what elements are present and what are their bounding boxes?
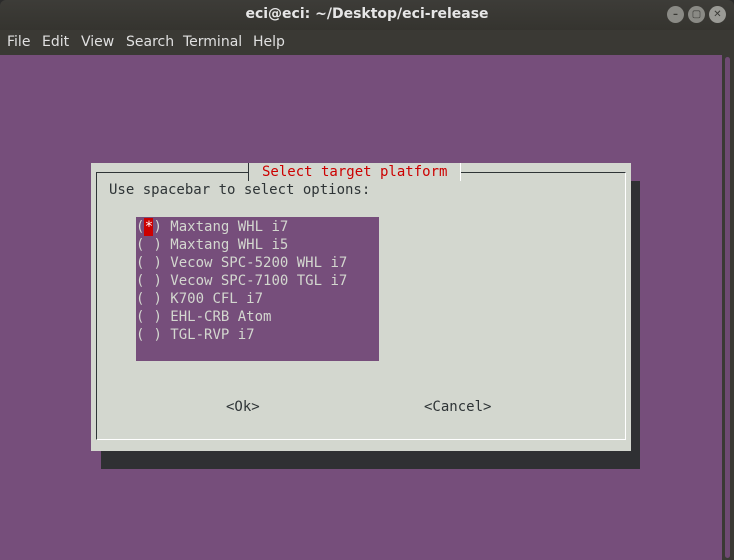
checkbox-close-paren: ) [153,291,171,307]
option-label: Vecow SPC-5200 WHL i7 [170,255,348,271]
menu-edit[interactable]: Edit [42,34,69,50]
option-label: K700 CFL i7 [170,291,264,307]
checkbox-close-paren: ) [153,327,171,343]
option-row[interactable]: ( ) TGL-RVP i7 [136,326,255,344]
menu-view[interactable]: View [81,34,114,50]
dialog-title: Select target platform [248,163,462,181]
checkbox-close-paren: ) [153,237,171,253]
checkbox-close-paren: ) [153,255,171,271]
cancel-button[interactable]: <Cancel> [424,398,491,416]
checkbox-open-paren: ( [136,327,145,343]
dialog-prompt: Use spacebar to select options: [109,182,371,198]
option-label: TGL-RVP i7 [170,327,255,343]
option-label: EHL-CRB Atom [170,309,272,325]
checkbox-close-paren: ) [153,309,171,325]
checkbox-close-paren: ) [153,219,171,235]
option-row[interactable]: (*) Maxtang WHL i7 [136,218,288,236]
minimize-icon[interactable]: – [667,6,684,23]
option-row[interactable]: ( ) K700 CFL i7 [136,290,263,308]
option-row[interactable]: ( ) Vecow SPC-7100 TGL i7 [136,272,347,290]
checkbox-open-paren: ( [136,273,145,289]
checkbox-open-paren: ( [136,255,145,271]
option-label: Vecow SPC-7100 TGL i7 [170,273,348,289]
menu-bar: File Edit View Search Terminal Help [0,30,734,55]
option-row[interactable]: ( ) Vecow SPC-5200 WHL i7 [136,254,347,272]
checkbox-open-paren: ( [136,219,145,235]
ok-button[interactable]: <Ok> [226,398,260,416]
menu-terminal[interactable]: Terminal [183,34,242,50]
option-row[interactable]: ( ) Maxtang WHL i5 [136,236,288,254]
checkbox-open-paren: ( [136,237,145,253]
close-icon[interactable]: ✕ [709,6,726,23]
checkbox-open-paren: ( [136,291,145,307]
window-title: eci@eci: ~/Desktop/eci-release [245,6,489,22]
option-label: Maxtang WHL i7 [170,219,289,235]
menu-file[interactable]: File [7,34,30,50]
checkbox-close-paren: ) [153,273,171,289]
window-controls: – ▢ ✕ [667,6,726,23]
menu-search[interactable]: Search [126,34,174,50]
maximize-icon[interactable]: ▢ [688,6,705,23]
checkbox-open-paren: ( [136,309,145,325]
scrollbar-thumb[interactable] [725,57,730,558]
option-row[interactable]: ( ) EHL-CRB Atom [136,308,271,326]
menu-help[interactable]: Help [253,34,285,50]
option-label: Maxtang WHL i5 [170,237,289,253]
window-titlebar[interactable]: eci@eci: ~/Desktop/eci-release – ▢ ✕ [0,0,734,30]
